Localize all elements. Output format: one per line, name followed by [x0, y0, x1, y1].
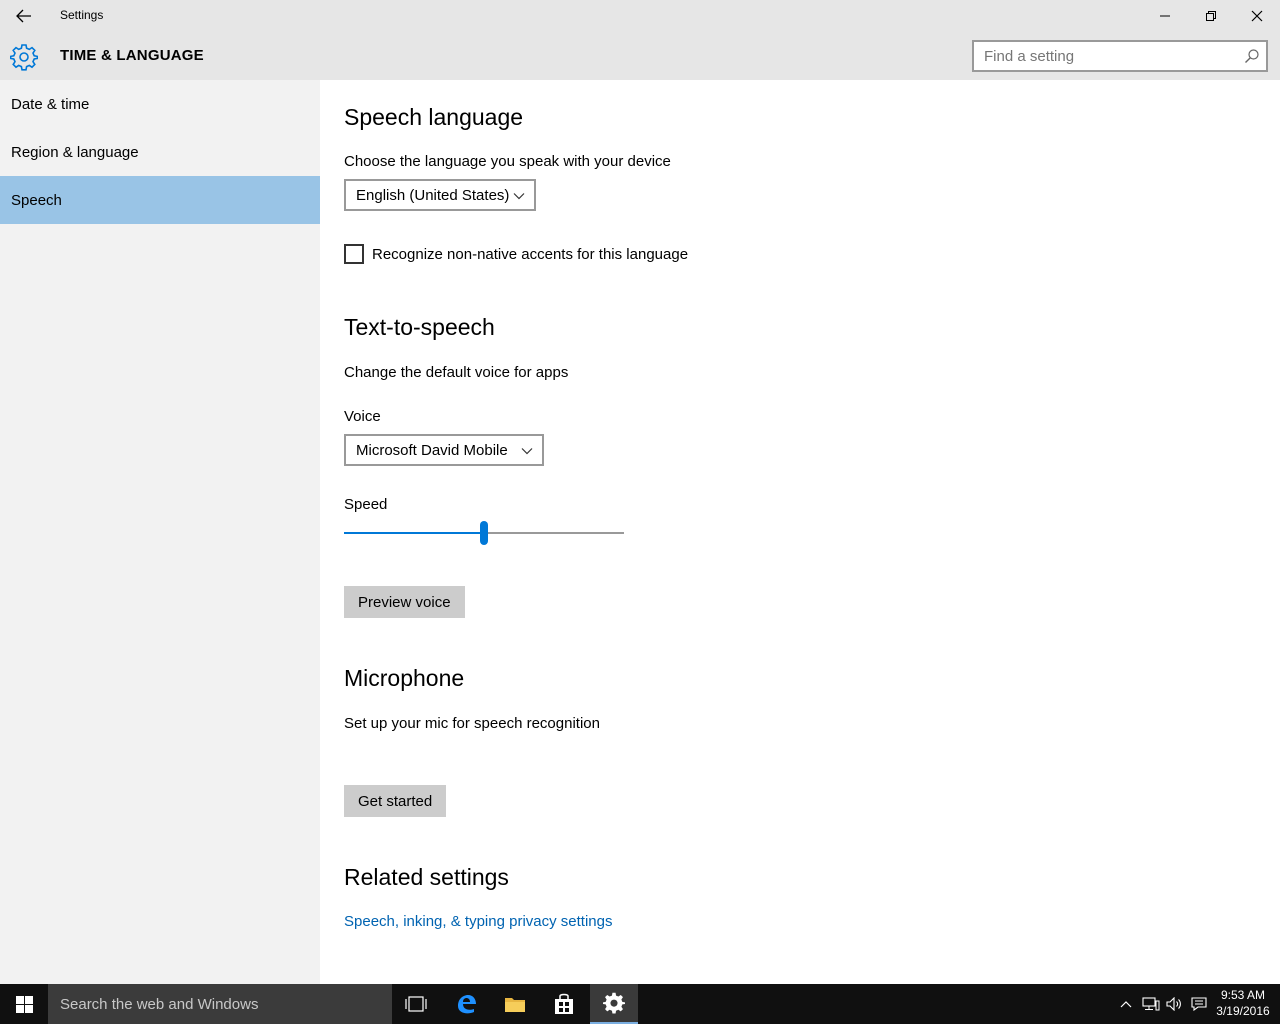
sidebar: Date & time Region & language Speech [0, 80, 320, 984]
chevron-down-icon [521, 448, 533, 455]
volume-icon [1166, 997, 1181, 1011]
speed-slider[interactable] [344, 520, 624, 546]
clock[interactable]: 9:53 AM 3/19/2016 [1212, 987, 1274, 1019]
close-icon [1251, 10, 1263, 22]
chevron-down-icon [513, 193, 525, 200]
store-button[interactable] [540, 984, 588, 1024]
sidebar-item-label: Date & time [11, 95, 90, 113]
clock-date: 3/19/2016 [1216, 1004, 1270, 1018]
chevron-up-icon [1120, 1001, 1132, 1008]
speed-slider-thumb[interactable] [480, 521, 488, 545]
clock-time: 9:53 AM [1220, 988, 1266, 1002]
restore-button[interactable] [1188, 0, 1234, 32]
minimize-icon [1160, 15, 1170, 17]
gear-icon [10, 44, 38, 71]
accents-checkbox-row[interactable]: Recognize non-native accents for this la… [344, 244, 688, 264]
page-title: TIME & LANGUAGE [60, 47, 204, 64]
taskbar-search[interactable] [48, 984, 392, 1024]
minimize-button[interactable] [1142, 0, 1188, 32]
language-dropdown[interactable]: English (United States) [344, 179, 536, 211]
sidebar-item-speech[interactable]: Speech [0, 176, 320, 224]
back-arrow-icon [16, 9, 31, 23]
voice-label: Voice [344, 408, 381, 425]
taskbar: 9:53 AM 3/19/2016 [0, 984, 1280, 1024]
task-view-icon [405, 996, 427, 1012]
preview-voice-button[interactable]: Preview voice [344, 586, 465, 618]
sidebar-item-label: Region & language [11, 143, 139, 161]
settings-taskbar-button[interactable] [590, 984, 638, 1024]
edge-button[interactable] [442, 984, 490, 1024]
back-button[interactable] [0, 0, 48, 32]
file-explorer-button[interactable] [491, 984, 539, 1024]
accents-checkbox-label[interactable]: Recognize non-native accents for this la… [372, 246, 688, 263]
show-hidden-icons-button[interactable] [1116, 984, 1136, 1024]
language-dropdown-value: English (United States) [356, 186, 510, 204]
action-center-button[interactable] [1188, 984, 1210, 1024]
network-button[interactable] [1140, 984, 1162, 1024]
notifications-icon [1191, 997, 1207, 1011]
start-button[interactable] [0, 984, 48, 1024]
privacy-settings-link[interactable]: Speech, inking, & typing privacy setting… [344, 913, 612, 930]
speed-label: Speed [344, 496, 388, 513]
gear-icon [603, 992, 625, 1014]
microphone-heading: Microphone [344, 665, 465, 691]
voice-dropdown-value: Microsoft David Mobile [356, 441, 508, 459]
tts-heading: Text-to-speech [344, 314, 495, 340]
window-title: Settings [60, 8, 104, 22]
tts-description: Change the default voice for apps [344, 364, 569, 381]
folder-icon [505, 998, 525, 1012]
settings-header: TIME & LANGUAGE [0, 32, 1280, 80]
speed-slider-track-filled [344, 532, 484, 534]
title-bar: Settings [0, 0, 1280, 32]
search-input[interactable] [974, 42, 1234, 70]
speech-language-description: Choose the language you speak with your … [344, 153, 671, 170]
volume-button[interactable] [1164, 984, 1186, 1024]
speech-language-heading: Speech language [344, 104, 524, 130]
accents-checkbox[interactable] [344, 244, 364, 264]
voice-dropdown[interactable]: Microsoft David Mobile [344, 434, 544, 466]
edge-icon [458, 995, 476, 1014]
get-started-button[interactable]: Get started [344, 785, 447, 817]
sidebar-item-date-time[interactable]: Date & time [0, 80, 320, 128]
search-icon[interactable] [1244, 48, 1260, 64]
store-icon [555, 993, 573, 1014]
taskbar-search-input[interactable] [48, 984, 392, 1024]
sidebar-item-region-language[interactable]: Region & language [0, 128, 320, 176]
windows-logo-icon [15, 995, 33, 1013]
related-settings-heading: Related settings [344, 864, 509, 890]
network-icon [1142, 997, 1160, 1011]
speed-slider-track [484, 532, 624, 534]
restore-icon [1206, 11, 1216, 21]
microphone-description: Set up your mic for speech recognition [344, 715, 600, 732]
task-view-button[interactable] [392, 984, 440, 1024]
close-button[interactable] [1234, 0, 1280, 32]
search-box[interactable] [972, 40, 1268, 72]
content-pane: Speech language Choose the language you … [320, 80, 1280, 984]
sidebar-item-label: Speech [11, 191, 62, 209]
